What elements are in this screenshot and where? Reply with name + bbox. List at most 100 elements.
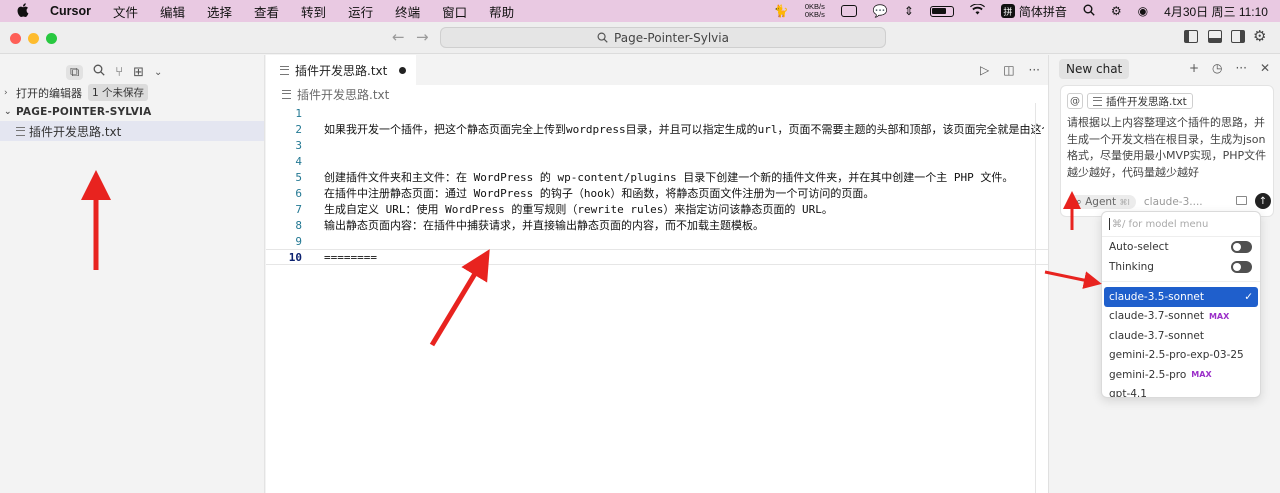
input-method-indicator[interactable]: 拼 简体拼音 (1000, 3, 1067, 20)
wifi-icon[interactable] (969, 3, 985, 18)
model-option[interactable]: gemini-2.5-pro-exp-03-25 (1102, 346, 1260, 366)
unsaved-dot-icon[interactable] (399, 66, 407, 74)
explorer-icon[interactable]: ⧉ (66, 64, 84, 80)
close-window-button[interactable] (10, 33, 21, 44)
more-views-chevron-icon[interactable]: ⌄ (154, 67, 162, 78)
battery-icon[interactable] (929, 5, 954, 17)
code-view[interactable]: 1 2 如果我开发一个插件，把这个静态页面完全上传到wordpress目录，并且可… (266, 105, 1048, 265)
editor-tab[interactable]: 插件开发思路.txt (266, 55, 417, 85)
clock[interactable]: 4月30日 周三 11:10 (1164, 3, 1268, 20)
menu-view[interactable]: 查看 (254, 2, 279, 21)
line-number: 4 (295, 154, 302, 168)
ime-label: 简体拼音 (1018, 4, 1067, 19)
command-center-search[interactable]: Page-Pointer-Sylvia (440, 27, 886, 48)
toggle-panel-icon[interactable] (1208, 30, 1222, 43)
menu-terminal[interactable]: 终端 (395, 2, 420, 21)
mode-selector[interactable]: ∞ Agent ⌘I (1067, 195, 1136, 209)
code-line: 2 如果我开发一个插件，把这个静态页面完全上传到wordpress目录，并且可以指… (266, 121, 1048, 137)
cat-icon[interactable]: 🐈 (774, 4, 789, 18)
unsaved-count-badge: 1 个未保存 (88, 84, 149, 101)
model-name: claude-3.7-sonnet (1109, 329, 1204, 342)
menu-go[interactable]: 转到 (301, 2, 326, 21)
window-title-bar: ← → Page-Pointer-Sylvia ⚙ (0, 22, 1280, 54)
split-editor-icon[interactable]: ◫ (1003, 63, 1014, 77)
thinking-option: Thinking (1102, 257, 1260, 277)
line-text: 生成自定义 URL：使用 WordPress 的重写规则（rewrite rul… (324, 203, 833, 216)
line-number: 9 (295, 234, 302, 248)
send-button[interactable]: ↑ (1255, 193, 1271, 209)
line-text: 创建插件文件夹和主文件：在 WordPress 的 wp-content/plu… (324, 171, 1014, 184)
code-line: 5 创建插件文件夹和主文件：在 WordPress 的 wp-content/pl… (266, 169, 1048, 185)
model-option-selected[interactable]: claude-3.5-sonnet ✓ (1104, 287, 1258, 307)
model-name: gemini-2.5-pro-exp-03-25 (1109, 349, 1244, 362)
menubar-status-area: 🐈 0KB/s 0KB/s 💬 ⇕ 拼 简体拼音 ⚙︎ ◉ 4月30日 周三 11… (774, 0, 1268, 22)
more-actions-icon[interactable]: ··· (1029, 63, 1040, 77)
chat-input-footer: ∞ Agent ⌘I claude-3.... ↑ (1067, 193, 1271, 211)
model-option[interactable]: claude-3.7-sonnet (1102, 326, 1260, 346)
text-file-icon (280, 65, 289, 75)
tab-label: 插件开发思路.txt (295, 63, 388, 78)
model-option[interactable]: claude-3.7-sonnet MAX (1102, 307, 1260, 327)
menu-file[interactable]: 文件 (113, 2, 138, 21)
run-play-icon[interactable]: ▷ (980, 63, 989, 77)
editor-scrollbar[interactable] (1035, 103, 1036, 493)
search-view-icon[interactable] (93, 64, 105, 80)
close-icon[interactable]: ✕ (1260, 61, 1270, 75)
code-line: 4 (266, 153, 1048, 169)
settings-gear-icon[interactable]: ⚙ (1253, 27, 1266, 45)
auto-select-toggle[interactable] (1231, 241, 1252, 253)
menu-window[interactable]: 窗口 (442, 2, 467, 21)
editor-area: 插件开发思路.txt ▷ ◫ ··· 插件开发思路.txt 1 2 如果我开发一个… (266, 55, 1048, 493)
more-icon[interactable]: ··· (1235, 61, 1246, 75)
line-number: 10 (288, 250, 302, 264)
macos-menu-bar: Cursor 文件 编辑 选择 查看 转到 运行 终端 窗口 帮助 🐈 0KB/… (0, 0, 1280, 22)
editor-actions: ▷ ◫ ··· (980, 63, 1040, 77)
chat-prompt-input[interactable]: 请根据以上内容整理这个插件的思路，并生成一个开发文档在根目录，生成为json格式… (1067, 115, 1271, 181)
line-number: 3 (295, 138, 302, 152)
image-attach-icon[interactable] (1236, 196, 1247, 205)
model-option[interactable]: gemini-2.5-pro MAX (1102, 365, 1260, 385)
apple-logo-icon[interactable] (14, 2, 32, 20)
open-editors-label: 打开的编辑器 (16, 86, 82, 100)
app-status-icon[interactable] (840, 5, 857, 17)
add-context-button[interactable]: @ (1067, 93, 1083, 109)
context-file-chip[interactable]: 插件开发思路.txt (1087, 93, 1193, 109)
menu-help[interactable]: 帮助 (489, 2, 514, 21)
breadcrumb[interactable]: 插件开发思路.txt (266, 85, 1048, 103)
workspace-folder[interactable]: ⌄ PAGE-POINTER-SYLVIA (0, 102, 264, 121)
context-chips: @ 插件开发思路.txt (1067, 93, 1193, 109)
model-selector[interactable]: claude-3.... (1144, 196, 1203, 208)
history-icon[interactable]: ◷ (1212, 61, 1222, 75)
network-speed: 0KB/s 0KB/s (804, 2, 825, 19)
forward-arrow-icon[interactable]: → (416, 28, 429, 46)
back-arrow-icon[interactable]: ← (392, 28, 405, 46)
app-name[interactable]: Cursor (50, 4, 91, 18)
source-control-icon[interactable]: ⑂ (115, 65, 123, 80)
chat-tab-new-chat[interactable]: New chat (1059, 59, 1130, 79)
line-number: 6 (295, 186, 302, 200)
toggle-primary-sidebar-icon[interactable] (1184, 30, 1198, 43)
model-name: claude-3.5-sonnet (1109, 290, 1204, 303)
extensions-icon[interactable]: ⊞ (133, 65, 144, 80)
menu-run[interactable]: 运行 (348, 2, 373, 21)
control-center-icon[interactable]: ⚙︎ (1111, 4, 1122, 18)
minimize-window-button[interactable] (28, 33, 39, 44)
menu-edit[interactable]: 编辑 (160, 2, 185, 21)
add-chat-icon[interactable]: + (1189, 61, 1199, 75)
zoom-window-button[interactable] (46, 33, 57, 44)
menu-selection[interactable]: 选择 (207, 2, 232, 21)
model-name: gemini-2.5-pro (1109, 368, 1187, 381)
updown-arrows-icon[interactable]: ⇕ (904, 4, 914, 18)
model-option[interactable]: gpt-4.1 (1102, 385, 1260, 397)
model-search-input[interactable]: ⌘/ for model menu (1102, 212, 1260, 237)
siri-icon[interactable]: ◉ (1138, 4, 1148, 18)
code-line: 9 (266, 233, 1048, 249)
spotlight-search-icon[interactable] (1083, 4, 1095, 19)
open-editors-section[interactable]: › 打开的编辑器 1 个未保存 (0, 83, 264, 102)
line-number: 8 (295, 218, 302, 232)
line-text: 如果我开发一个插件，把这个静态页面完全上传到wordpress目录，并且可以指定… (324, 123, 1044, 136)
thinking-toggle[interactable] (1231, 261, 1252, 273)
wechat-icon[interactable]: 💬 (873, 4, 888, 18)
file-tree-item[interactable]: 插件开发思路.txt (0, 121, 264, 141)
toggle-secondary-sidebar-icon[interactable] (1231, 30, 1245, 43)
